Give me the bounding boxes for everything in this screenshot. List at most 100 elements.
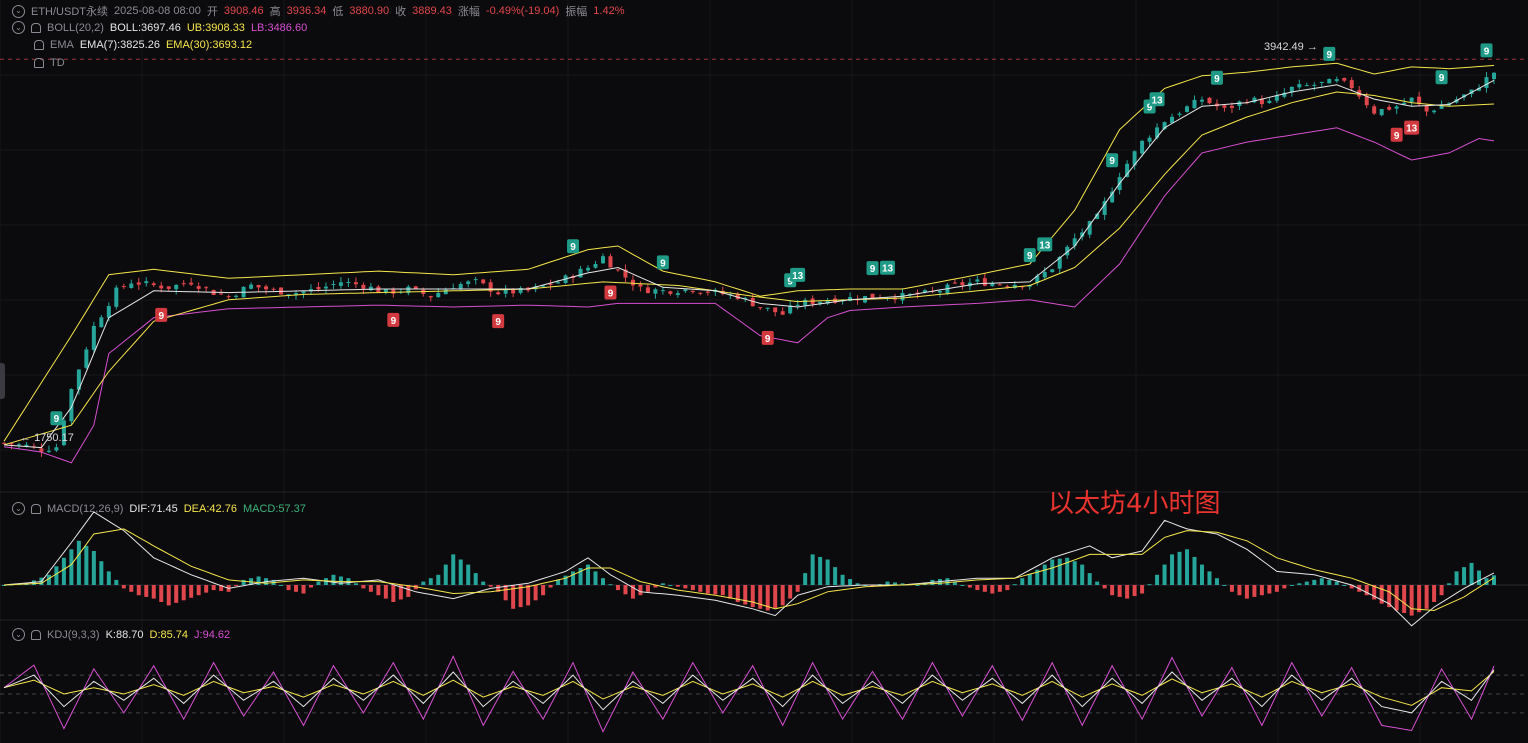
min-price: 1750.17 — [34, 432, 74, 444]
candle-body — [578, 268, 583, 278]
macd-histogram-bar — [1252, 585, 1257, 597]
candle-body — [653, 289, 658, 294]
td-marker: 9 — [50, 411, 63, 426]
candle-body — [219, 293, 224, 295]
macd-histogram-bar — [788, 585, 793, 599]
macd-histogram-bar — [84, 545, 89, 585]
candle-body — [556, 282, 561, 284]
macd-histogram-bar — [1424, 585, 1429, 609]
kdj-legend: ⌄ KDJ(9,3,3) K:88.70 D:85.74 J:94.62 — [12, 628, 230, 641]
candle-body — [1424, 105, 1429, 112]
macd-histogram-bar — [99, 561, 104, 585]
macd-histogram-bar — [818, 556, 823, 585]
td-marker-label: 9 — [1326, 50, 1332, 61]
td-marker-label: 13 — [882, 264, 894, 275]
bell-icon[interactable] — [34, 40, 44, 50]
candle-body — [159, 285, 164, 289]
ema7-value: EMA(7):3825.26 — [79, 39, 160, 51]
close-label: 收 — [395, 6, 407, 18]
td-marker-label: 13 — [1152, 95, 1164, 106]
macd-histogram-bar — [1304, 581, 1309, 585]
macd-histogram-bar — [286, 585, 291, 591]
td-marker-label: 9 — [1484, 46, 1490, 57]
candle-body — [1222, 105, 1227, 108]
macd-histogram-bar — [353, 583, 358, 585]
td-marker: 9 — [1210, 70, 1223, 85]
td-marker-label: 9 — [1109, 156, 1115, 167]
macd-histogram-bar — [1432, 585, 1437, 602]
candle-body — [608, 256, 613, 268]
collapse-chevron-icon[interactable]: ⌄ — [12, 502, 25, 515]
candle-body — [1050, 269, 1055, 273]
macd-histogram-bar — [1185, 549, 1190, 585]
td-marker-label: 9 — [570, 242, 576, 253]
macd-histogram-bar — [773, 585, 778, 608]
collapse-chevron-icon[interactable]: ⌄ — [12, 628, 25, 641]
macd-histogram-bar — [1110, 585, 1115, 596]
macd-histogram-bar — [705, 585, 710, 594]
macd-histogram-bar — [885, 581, 890, 585]
td-marker-label: 9 — [1439, 73, 1445, 84]
candle-body — [338, 282, 343, 286]
macd-histogram-bar — [608, 584, 613, 586]
high-label: 高 — [269, 6, 281, 18]
symbol-name[interactable]: ETH/USDT永续 — [31, 3, 108, 19]
macd-histogram-bar — [428, 578, 433, 585]
macd-histogram-bar — [600, 578, 605, 585]
macd-histogram-bar — [1327, 579, 1332, 585]
macd-histogram-bar — [368, 585, 373, 592]
macd-histogram-bar — [990, 585, 995, 594]
macd-histogram-bar — [1492, 575, 1496, 585]
macd-histogram-bar — [1319, 578, 1324, 585]
macd-histogram-bar — [915, 585, 920, 586]
candle-body — [600, 256, 605, 264]
macd-histogram-bar — [54, 566, 59, 585]
td-marker-label: 9 — [765, 334, 771, 345]
candle-body — [2, 442, 6, 444]
candle-body — [481, 279, 486, 284]
macd-histogram-bar — [541, 585, 546, 596]
panel-drag-handle[interactable] — [0, 363, 5, 399]
collapse-chevron-icon[interactable]: ⌄ — [12, 21, 25, 34]
macd-histogram-bar — [189, 585, 194, 598]
bell-icon[interactable] — [31, 22, 41, 33]
candle-body — [698, 292, 703, 294]
ema30-line — [3, 91, 1495, 446]
candle-body — [773, 307, 778, 313]
bell-icon[interactable] — [31, 503, 41, 514]
macd-histogram-bar — [1259, 585, 1264, 596]
ema-name[interactable]: EMA — [50, 39, 74, 51]
max-price-label: 3942.49 → — [1264, 41, 1318, 53]
boll-name[interactable]: BOLL(20,2) — [47, 22, 104, 34]
kdj-d: D:85.74 — [149, 628, 189, 641]
macd-histogram-bar — [443, 564, 448, 585]
td-marker: 13 — [880, 260, 896, 275]
macd-histogram-bar — [174, 585, 179, 603]
candle-body — [638, 284, 643, 287]
bell-icon[interactable] — [31, 629, 41, 640]
macd-histogram-bar — [391, 585, 396, 602]
macd-histogram-bar — [91, 551, 96, 585]
macd-histogram-bar — [1244, 585, 1249, 599]
macd-histogram-bar — [982, 585, 987, 592]
bell-icon[interactable] — [34, 58, 44, 68]
macd-histogram-bar — [331, 574, 336, 585]
candle-body — [129, 283, 134, 288]
macd-histogram-bar — [1297, 583, 1302, 585]
macd-histogram-bar — [1072, 561, 1077, 585]
macd-histogram-bar — [294, 585, 299, 592]
kdj-name[interactable]: KDJ(9,3,3) — [47, 629, 100, 641]
macd-histogram-bar — [683, 585, 688, 589]
macd-histogram-bar — [1417, 585, 1422, 613]
candle-body — [16, 444, 21, 446]
close-value: 3889.43 — [412, 5, 452, 17]
macd-histogram-bar — [308, 585, 313, 588]
macd-name[interactable]: MACD(12,26,9) — [47, 503, 123, 515]
macd-histogram-bar — [1439, 585, 1444, 596]
macd-histogram-bar — [376, 585, 381, 596]
candle-body — [1349, 80, 1354, 89]
macd-histogram-bar — [780, 585, 785, 606]
td-name[interactable]: TD — [50, 57, 65, 69]
macd-histogram-bar — [848, 579, 853, 585]
collapse-chevron-icon[interactable]: ⌄ — [12, 4, 25, 18]
